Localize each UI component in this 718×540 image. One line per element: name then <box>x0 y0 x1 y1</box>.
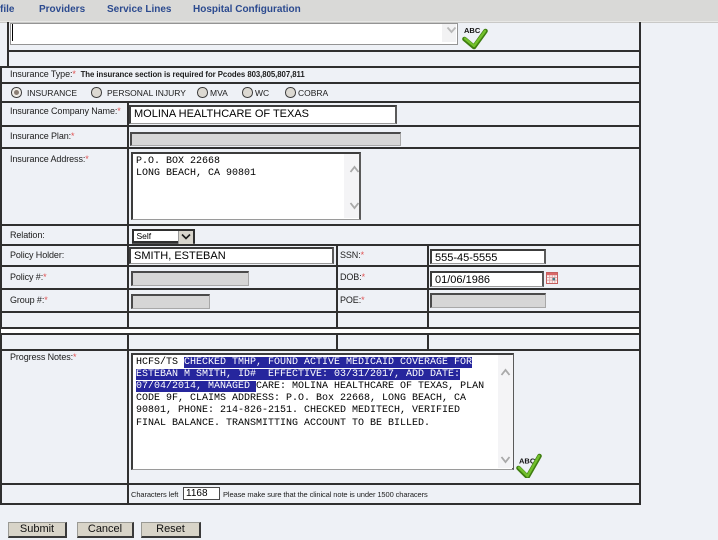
svg-text:ABC: ABC <box>464 26 481 35</box>
